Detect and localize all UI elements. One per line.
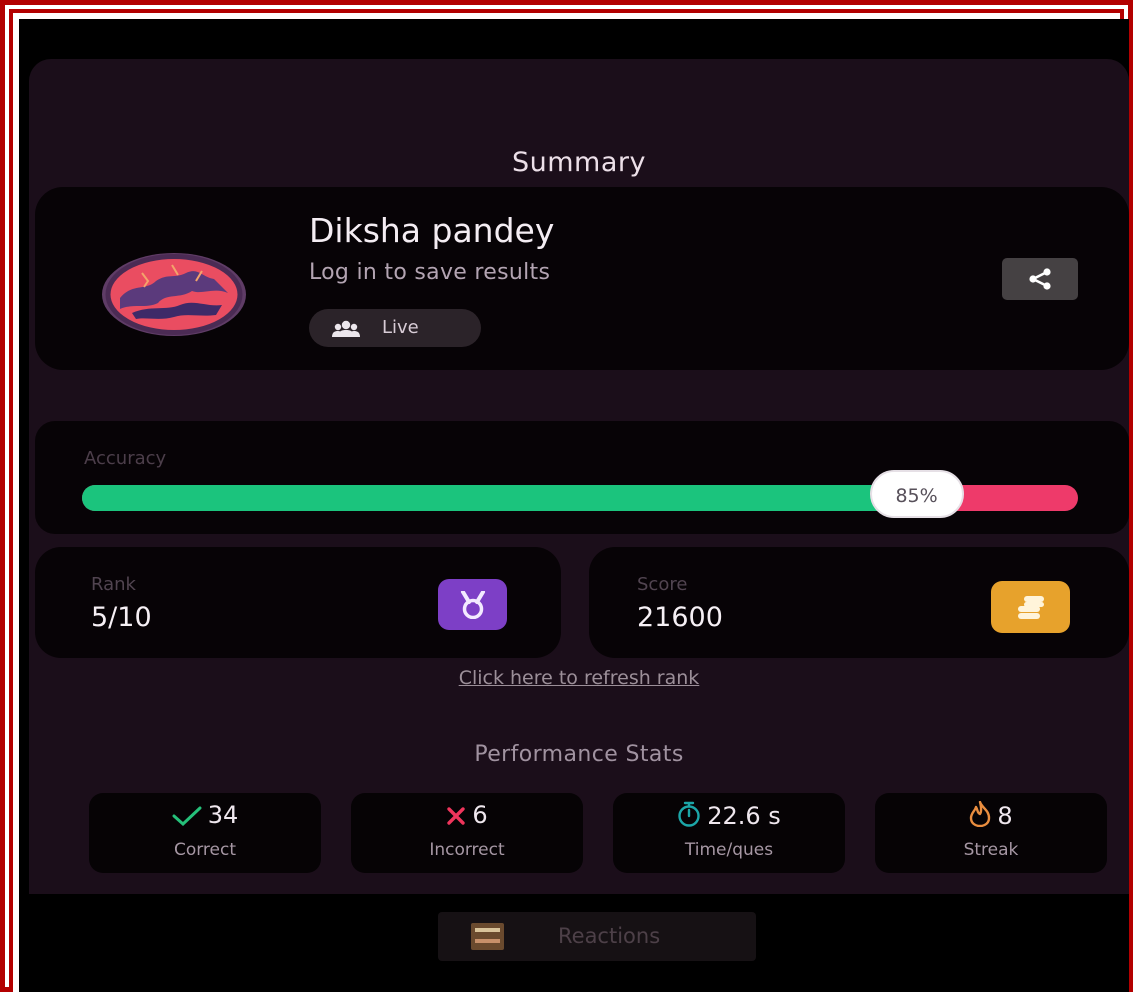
score-card: Score 21600 xyxy=(589,547,1129,658)
coins-icon xyxy=(991,581,1070,633)
live-label: Live xyxy=(382,317,419,338)
avatar xyxy=(102,253,246,336)
rank-card: Rank 5/10 xyxy=(35,547,561,658)
correct-count: 34 xyxy=(207,801,239,829)
check-icon xyxy=(172,806,202,827)
group-icon xyxy=(332,320,360,337)
time-per-question-value: 22.6 s xyxy=(707,802,781,830)
stat-time-per-question: 22.6 s Time/ques xyxy=(613,793,845,873)
player-name: Diksha pandey xyxy=(309,211,555,250)
reactions-thumbnail xyxy=(471,923,504,950)
stat-incorrect: 6 Incorrect xyxy=(351,793,583,873)
accuracy-bar: 85% xyxy=(82,470,1078,518)
stat-correct: 34 Correct xyxy=(89,793,321,873)
incorrect-label: Incorrect xyxy=(429,840,505,860)
performance-stats-title: Performance Stats xyxy=(474,742,684,767)
reactions-label: Reactions xyxy=(558,924,661,948)
cross-icon xyxy=(447,807,466,825)
share-button[interactable] xyxy=(1002,258,1078,300)
medal-icon xyxy=(438,579,507,630)
login-prompt[interactable]: Log in to save results xyxy=(309,260,550,285)
stopwatch-icon xyxy=(678,801,700,827)
live-mode-chip: Live xyxy=(309,309,481,347)
accuracy-bar-fill xyxy=(82,485,929,511)
app-screen: Summary Diksha pandey Log in to save res… xyxy=(19,19,1129,992)
stat-streak: 8 Streak xyxy=(875,793,1107,873)
refresh-rank-link[interactable]: Click here to refresh rank xyxy=(29,667,1129,689)
share-icon xyxy=(1029,268,1051,290)
accuracy-percentage: 85% xyxy=(869,470,964,518)
incorrect-count: 6 xyxy=(472,801,488,829)
summary-title: Summary xyxy=(512,147,646,178)
streak-label: Streak xyxy=(963,840,1019,860)
flame-icon xyxy=(970,800,991,828)
score-label: Score xyxy=(637,574,688,595)
score-value: 21600 xyxy=(637,602,723,633)
correct-label: Correct xyxy=(173,840,237,860)
rank-label: Rank xyxy=(91,574,136,595)
time-per-question-label: Time/ques xyxy=(684,840,774,860)
reactions-button[interactable]: Reactions xyxy=(438,912,756,961)
summary-panel: Summary Diksha pandey Log in to save res… xyxy=(29,59,1129,992)
accuracy-card: Accuracy 85% xyxy=(35,421,1129,534)
rank-value: 5/10 xyxy=(91,602,152,633)
profile-card: Diksha pandey Log in to save results Liv… xyxy=(35,187,1129,370)
streak-value: 8 xyxy=(997,802,1013,830)
footer-bar: Reactions xyxy=(29,894,1129,992)
accuracy-label: Accuracy xyxy=(84,448,167,469)
